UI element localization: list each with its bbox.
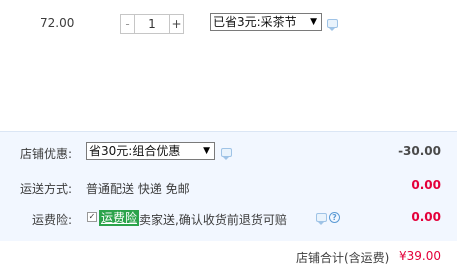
shop-discount-amount: -30.00 (398, 144, 441, 158)
shop-discount-select[interactable]: 省30元:组合优惠 ▼ (86, 142, 215, 160)
shop-total-row: 店铺合计(含运费) ¥39.00 (0, 241, 457, 271)
shipping-label: 运送方式: (20, 182, 73, 196)
insurance-description: 卖家送,确认收货前退货可赔 (139, 213, 287, 227)
shop-discount-selected: 省30元:组合优惠 (89, 144, 181, 158)
message-icon[interactable] (327, 19, 338, 31)
shop-total-label: 店铺合计(含运费) (296, 251, 390, 265)
shipping-amount: 0.00 (411, 178, 441, 192)
quantity-stepper: - 1 + (120, 14, 188, 34)
item-promo-selected: 已省3元:采茶节 (213, 15, 297, 29)
qty-input[interactable]: 1 (135, 14, 169, 34)
shop-summary: 店铺优惠: 省30元:组合优惠 ▼ -30.00 运送方式: 普通配送 快递 免… (0, 131, 457, 241)
help-icon[interactable]: ? (329, 212, 340, 223)
shipping-method: 普通配送 快递 免邮 (86, 182, 190, 196)
qty-decrease-button[interactable]: - (120, 14, 135, 34)
insurance-amount: 0.00 (411, 210, 441, 224)
message-icon[interactable] (221, 148, 232, 160)
insurance-tag-link[interactable]: 运费险 (99, 210, 140, 226)
qty-increase-button[interactable]: + (169, 14, 184, 34)
chevron-down-icon: ▼ (310, 17, 317, 27)
insurance-label: 运费险: (32, 213, 73, 227)
cart-item-row: 72.00 - 1 + 已省3元:采茶节 ▼ (0, 0, 457, 50)
message-icon[interactable] (316, 213, 327, 225)
shop-total-value: ¥39.00 (399, 249, 441, 263)
shop-discount-label: 店铺优惠: (20, 147, 73, 161)
insurance-checkbox[interactable]: ✓ (87, 212, 97, 222)
chevron-down-icon: ▼ (203, 146, 210, 156)
item-promo-select[interactable]: 已省3元:采茶节 ▼ (210, 13, 322, 31)
item-price: 72.00 (40, 16, 75, 30)
